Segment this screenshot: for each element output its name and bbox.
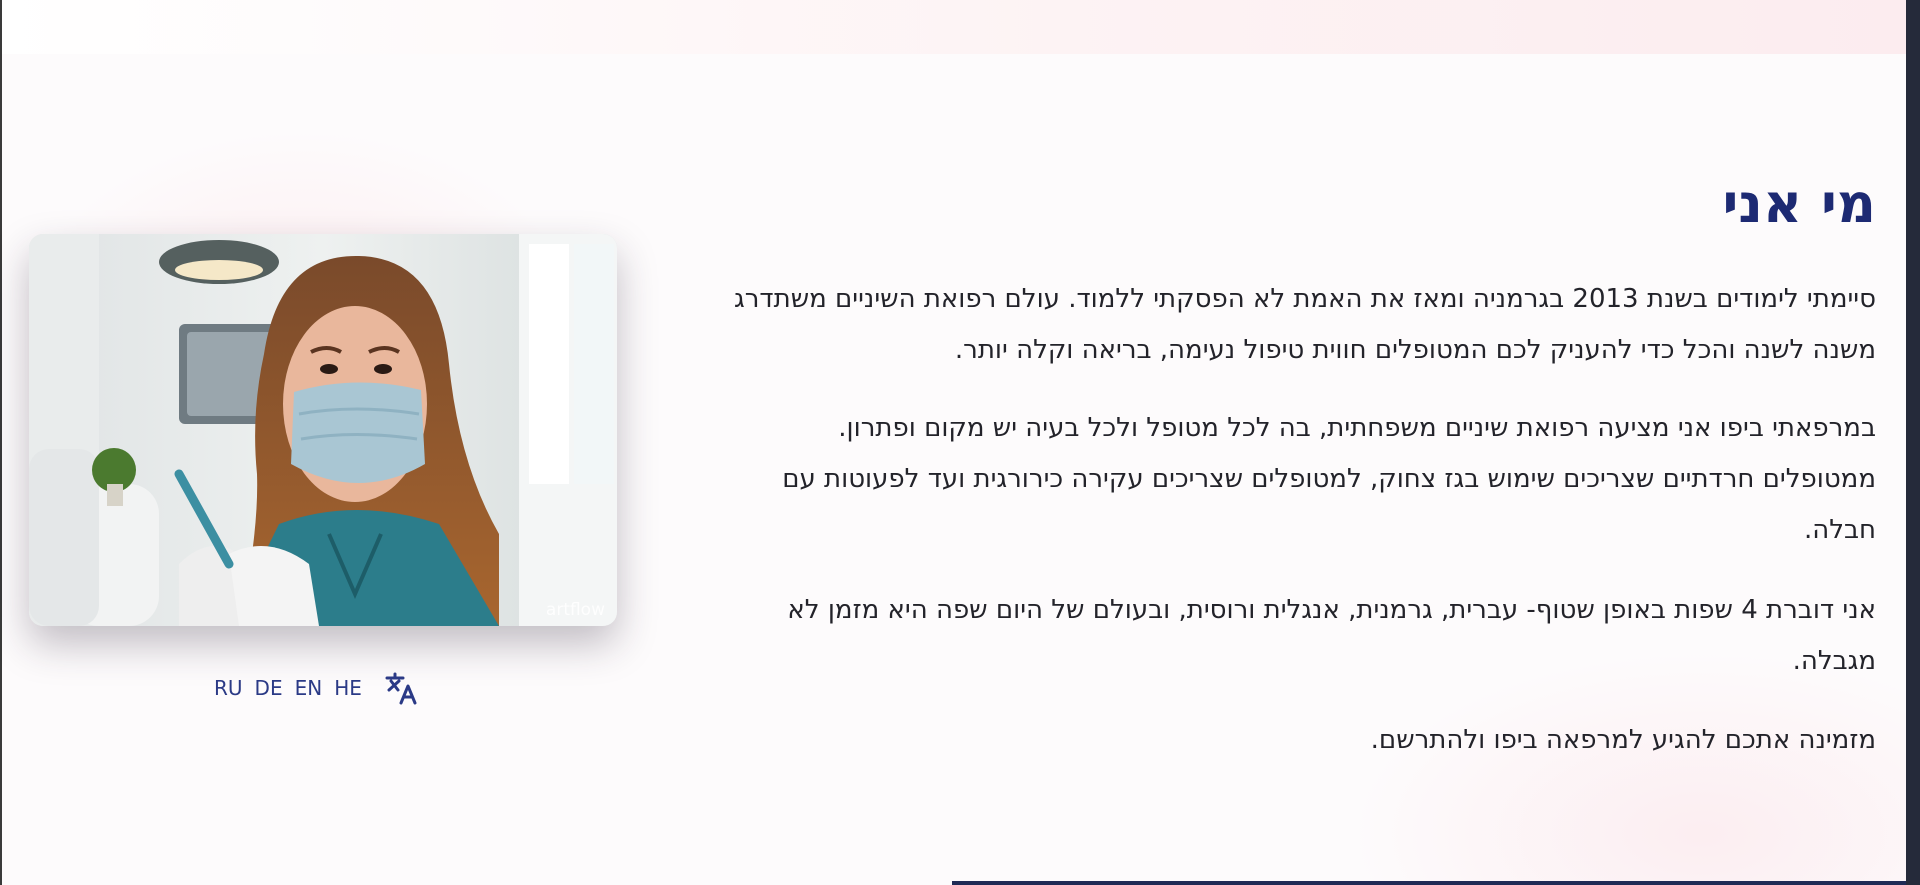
dentist-illustration (29, 234, 617, 626)
about-content: מי אני סיימתי לימודים בשנת 2013 בגרמניה … (720, 165, 1876, 766)
dentist-photo: artflow (29, 234, 617, 626)
translate-icon[interactable] (384, 670, 418, 706)
about-paragraph: מזמינה אתכם להגיע למרפאה ביפו ולהתרשם. (1370, 725, 1876, 755)
lang-ru-link[interactable]: RU (214, 676, 243, 700)
about-paragraph: אני דוברת 4 שפות באופן שטוף- עברית, גרמנ… (787, 595, 1876, 676)
right-edge (1906, 0, 1920, 885)
watermark-text: artflow (545, 600, 605, 620)
header-bar (0, 0, 1920, 54)
lang-en-link[interactable]: EN (295, 676, 323, 700)
lang-he-link[interactable]: HE (334, 676, 362, 700)
section-title: מי אני (1722, 172, 1876, 235)
language-switcher: RU DE EN HE (214, 670, 418, 706)
lang-de-link[interactable]: DE (255, 676, 283, 700)
about-paragraph: סיימתי לימודים בשנת 2013 בגרמניה ומאז את… (734, 284, 1876, 365)
bottom-divider (952, 881, 1906, 885)
about-paragraph: במרפאתי ביפו אני מציעה רפואת שיניים משפח… (782, 413, 1876, 545)
